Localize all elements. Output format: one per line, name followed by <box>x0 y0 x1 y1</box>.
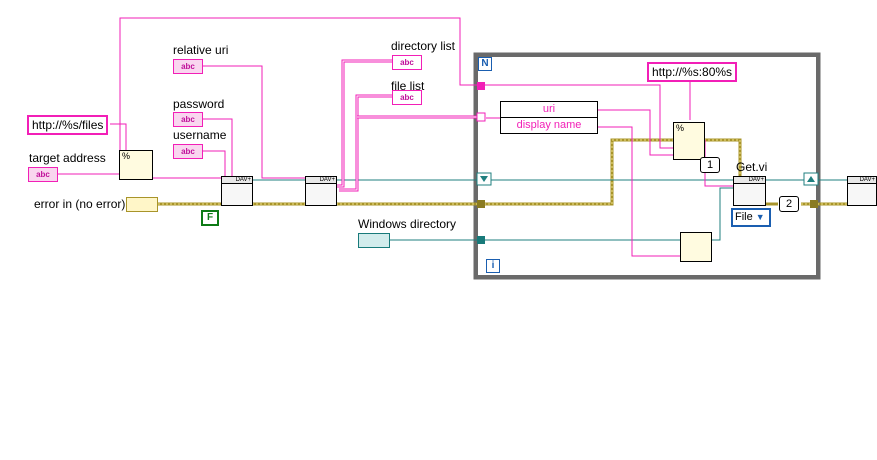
webdav-close-session-node[interactable]: DAV+ <box>847 176 877 206</box>
webdav-list-directory-node[interactable]: DAV+ <box>305 176 337 206</box>
directory-list-indicator[interactable]: abc <box>392 55 422 70</box>
chevron-down-icon: ▼ <box>755 212 765 222</box>
url-format-constant[interactable]: http://%s/files <box>27 115 109 135</box>
path-tunnel <box>477 236 485 244</box>
password-label: password <box>173 97 225 111</box>
unbundle-by-name-node[interactable]: uri display name <box>500 101 598 134</box>
shift-register-left <box>476 172 492 186</box>
target-address-label: target address <box>29 151 106 165</box>
get-vi-label: Get.vi <box>736 160 768 174</box>
shift-register-right <box>803 172 819 186</box>
file-list-indicator[interactable]: abc <box>392 90 422 105</box>
webdav-get-node[interactable]: DAV+ <box>733 176 766 206</box>
unbundle-row-uri[interactable]: uri <box>501 102 597 118</box>
loop-count-terminal[interactable]: N <box>478 57 492 71</box>
enum-value: File <box>735 211 753 223</box>
username-control[interactable]: abc <box>173 144 203 159</box>
array-index-tunnel <box>476 112 486 122</box>
error-in-control[interactable] <box>126 197 158 212</box>
string-array-wires <box>336 59 392 192</box>
dav-tag: DAV+ <box>848 177 876 184</box>
error-tunnel <box>477 200 485 208</box>
url-port-format-constant[interactable]: http://%s:80%s <box>647 62 738 82</box>
build-path-node[interactable] <box>680 232 712 262</box>
format-into-string-node[interactable]: % <box>119 150 153 180</box>
password-control[interactable]: abc <box>173 112 203 127</box>
target-address-control[interactable]: abc <box>28 167 58 182</box>
index-constant-1[interactable]: 1 <box>700 157 720 173</box>
false-constant[interactable]: F <box>201 210 219 226</box>
string-tunnel <box>477 82 485 90</box>
windows-directory-control[interactable] <box>358 233 390 248</box>
relative-uri-label: relative uri <box>173 43 229 57</box>
dav-tag: DAV+ <box>306 177 336 184</box>
windows-directory-label: Windows directory <box>358 217 457 231</box>
loop-iteration-terminal: i <box>486 259 500 273</box>
error-in-label: error in (no error) <box>34 197 126 211</box>
directory-list-label: directory list <box>391 39 456 53</box>
dav-tag: DAV+ <box>734 177 765 184</box>
error-exit-tunnel <box>810 200 818 208</box>
username-label: username <box>173 128 227 142</box>
webdav-open-session-node[interactable]: DAV+ <box>221 176 253 206</box>
dav-tag: DAV+ <box>222 177 252 184</box>
index-constant-2[interactable]: 2 <box>779 196 799 212</box>
unbundle-row-display-name[interactable]: display name <box>501 118 597 133</box>
relative-uri-control[interactable]: abc <box>173 59 203 74</box>
file-enum-constant[interactable]: File ▼ <box>731 208 771 227</box>
format-into-string-node-loop[interactable]: % <box>673 122 705 160</box>
